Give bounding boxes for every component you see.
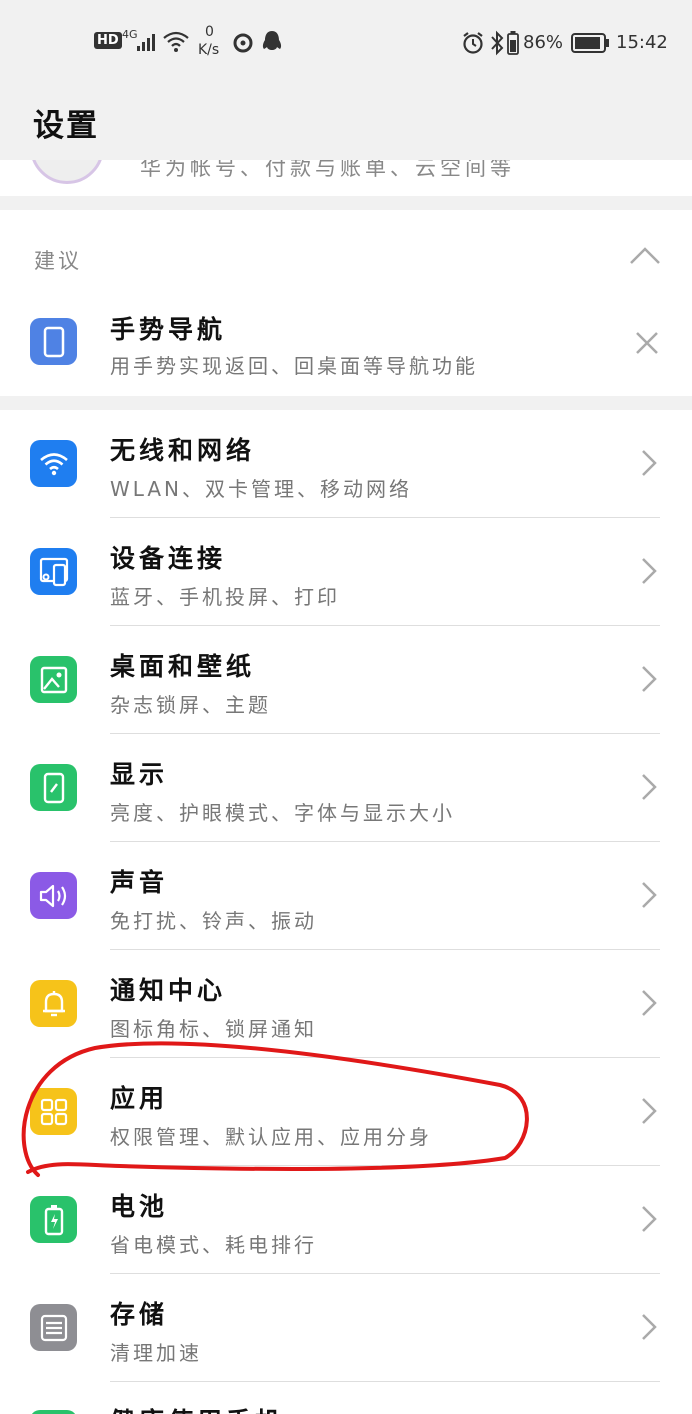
chevron-right-icon (642, 1098, 657, 1124)
settings-item-title: 存储 (110, 1300, 169, 1329)
settings-item-subtitle: WLAN、双卡管理、移动网络 (110, 477, 413, 501)
page-title: 设置 (33, 108, 99, 144)
wallpaper-icon (30, 656, 77, 703)
apps-icon (30, 1088, 77, 1135)
settings-item-subtitle: 图标角标、锁屏通知 (110, 1017, 317, 1041)
settings-item-title: 应用 (110, 1084, 169, 1113)
display-icon (30, 764, 77, 811)
signal-icon (137, 34, 155, 51)
account-row[interactable]: 华为帐号、付款与账单、云空间等 (0, 160, 692, 196)
status-bar: HD 4G 0 K/s 86% 15:42 (0, 0, 692, 86)
suggestion-subtitle: 用手势实现返回、回桌面等导航功能 (110, 354, 478, 378)
chevron-right-icon (642, 774, 657, 800)
avatar (30, 160, 104, 184)
qq-icon (262, 31, 282, 50)
chevron-right-icon (642, 558, 657, 584)
chevron-right-icon (642, 450, 657, 476)
settings-list: 无线和网络 WLAN、双卡管理、移动网络 设备连接 蓝牙、手机投屏、打印 桌面和… (0, 410, 692, 1414)
settings-item-title: 通知中心 (110, 976, 227, 1005)
settings-item-apps[interactable]: 应用 权限管理、默认应用、应用分身 (0, 1058, 692, 1166)
suggestions-card: 建议 手势导航 用手势实现返回、回桌面等导航功能 (0, 210, 692, 396)
app-header: 设置 (0, 86, 692, 160)
settings-item-storage[interactable]: 存储 清理加速 (0, 1274, 692, 1382)
settings-item-sound[interactable]: 声音 免打扰、铃声、振动 (0, 842, 692, 950)
chevron-right-icon (642, 990, 657, 1016)
settings-item-subtitle: 蓝牙、手机投屏、打印 (110, 585, 340, 609)
battery-saver-icon (507, 31, 519, 55)
battery-icon (571, 33, 609, 53)
settings-item-title: 设备连接 (110, 544, 227, 573)
settings-item-wireless[interactable]: 无线和网络 WLAN、双卡管理、移动网络 (0, 410, 692, 518)
wifi-icon (30, 440, 77, 487)
settings-item-subtitle: 杂志锁屏、主题 (110, 693, 271, 717)
settings-item-subtitle: 亮度、护眼模式、字体与显示大小 (110, 801, 455, 825)
settings-item-title: 健康使用手机 (110, 1402, 284, 1414)
settings-item-title: 声音 (110, 868, 169, 897)
hd-badge: HD (94, 32, 122, 49)
settings-item-title: 无线和网络 (110, 436, 256, 465)
bluetooth-icon (491, 30, 504, 56)
health-icon (30, 1410, 77, 1414)
settings-item-subtitle: 省电模式、耗电排行 (110, 1233, 317, 1257)
bell-icon (30, 980, 77, 1027)
suggestion-gesture-navigation[interactable]: 手势导航 用手势实现返回、回桌面等导航功能 (0, 288, 692, 396)
settings-item-subtitle: 免打扰、铃声、振动 (110, 909, 317, 933)
storage-icon (30, 1304, 77, 1351)
chevron-right-icon (642, 1206, 657, 1232)
settings-item-title: 电池 (110, 1192, 169, 1221)
battery-icon (30, 1196, 77, 1243)
speed-value: 0 (205, 24, 214, 40)
alarm-icon (463, 32, 483, 54)
device-connection-icon (30, 548, 77, 595)
chevron-up-icon[interactable] (628, 244, 662, 266)
suggestion-title: 手势导航 (110, 315, 227, 344)
settings-item-battery[interactable]: 电池 省电模式、耗电排行 (0, 1166, 692, 1274)
settings-item-wallpaper[interactable]: 桌面和壁纸 杂志锁屏、主题 (0, 626, 692, 734)
settings-item-device-connection[interactable]: 设备连接 蓝牙、手机投屏、打印 (0, 518, 692, 626)
chevron-right-icon (642, 666, 657, 692)
settings-item-notifications[interactable]: 通知中心 图标角标、锁屏通知 (0, 950, 692, 1058)
account-subtitle: 华为帐号、付款与账单、云空间等 (140, 160, 515, 180)
settings-item-title: 显示 (110, 760, 169, 789)
wifi-status-icon (163, 31, 189, 52)
settings-item-subtitle: 权限管理、默认应用、应用分身 (110, 1125, 432, 1149)
chevron-right-icon (642, 882, 657, 908)
settings-item-display[interactable]: 显示 亮度、护眼模式、字体与显示大小 (0, 734, 692, 842)
gesture-navigation-icon (30, 318, 77, 365)
settings-item-title: 桌面和壁纸 (110, 652, 256, 681)
battery-percent: 86% (523, 32, 564, 53)
chevron-right-icon (642, 1314, 657, 1340)
sound-icon (30, 872, 77, 919)
speed-unit: K/s (198, 42, 220, 58)
clock: 15:42 (616, 32, 668, 53)
weibo-icon (233, 33, 253, 53)
settings-item-digital-balance[interactable]: 健康使用手机 (0, 1382, 692, 1414)
settings-item-subtitle: 清理加速 (110, 1341, 202, 1365)
close-icon[interactable] (634, 330, 660, 356)
suggestions-title: 建议 (34, 249, 82, 273)
